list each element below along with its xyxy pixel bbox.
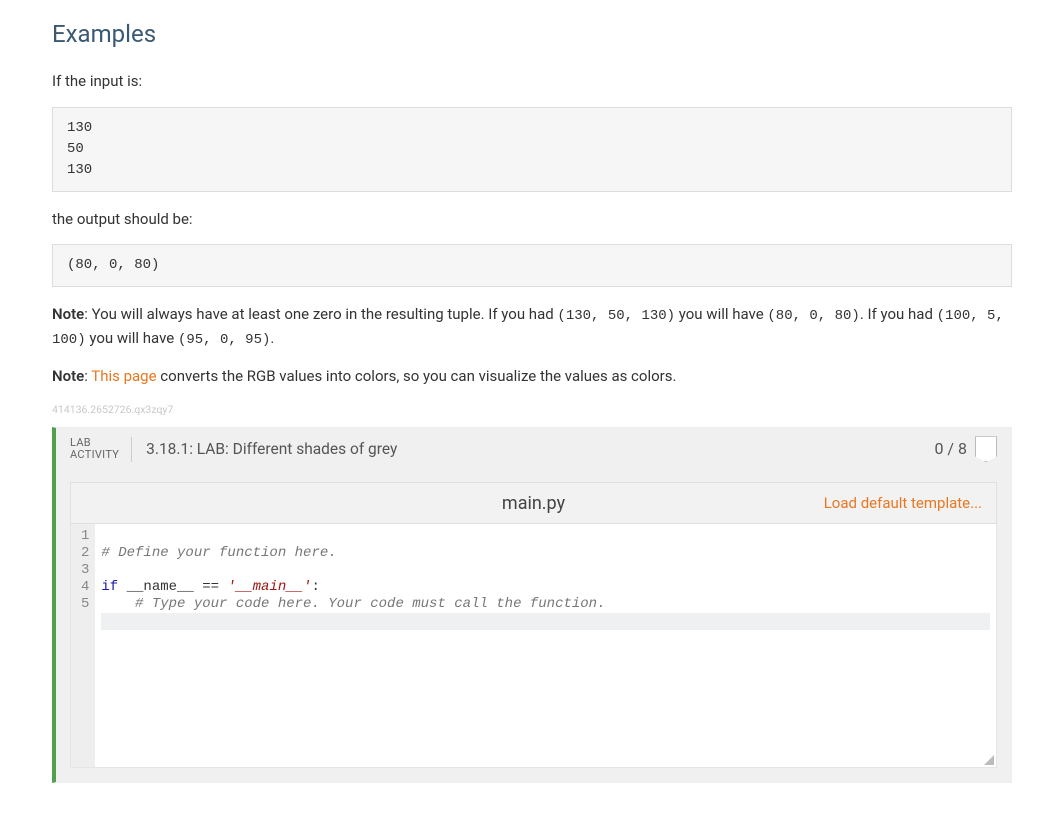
lab-score: 0 / 8 [934,437,967,461]
code-eq: == [202,579,219,595]
input-example-code: 130 50 130 [52,107,1012,192]
note1-paragraph: Note: You will always have at least one … [52,303,1012,351]
note1-text-a: : You will always have at least one zero… [84,305,557,323]
editor-wrap: main.py Load default template... 1 2 3 4… [70,482,997,768]
note1-code1: (130, 50, 130) [557,308,675,324]
editor-tabbar: main.py Load default template... [70,482,997,524]
resize-handle-icon[interactable] [984,755,994,765]
examples-heading: Examples [52,16,1012,52]
line-number: 3 [81,562,89,579]
note1-text-d: you will have [86,329,178,347]
if-input-text: If the input is: [52,70,1012,93]
code-area[interactable]: # Define your function here. if __name__… [95,524,996,767]
load-default-template-button[interactable]: Load default template... [824,492,982,515]
note2-body: converts the RGB values into colors, so … [157,367,677,385]
score-badge-icon [975,436,997,462]
line-number: 1 [81,528,89,545]
line-number: 2 [81,545,89,562]
note2-paragraph: Note: This page converts the RGB values … [52,365,1012,388]
line-number: 5 [81,596,89,613]
code-current-line [101,613,990,630]
lab-header: LAB ACTIVITY 3.18.1: LAB: Different shad… [56,428,1011,470]
code-colon: : [311,579,319,595]
note1-text-c: . If you had [860,305,937,323]
line-number: 4 [81,579,89,596]
note1-code4: (95, 0, 95) [178,332,270,348]
this-page-link[interactable]: This page [91,367,156,385]
code-blank-line [101,562,109,578]
lab-activity-box: LAB ACTIVITY 3.18.1: LAB: Different shad… [52,427,1012,783]
line-number-gutter: 1 2 3 4 5 [71,524,95,767]
lab-label-line2: ACTIVITY [70,449,119,462]
note1-label: Note [52,305,84,323]
filename-label: main.py [502,490,565,517]
note1-code2: (80, 0, 80) [767,308,859,324]
code-string-main: '__main__' [219,579,311,595]
note1-text-b: you will have [675,305,767,323]
code-name-var: __name__ [118,579,202,595]
code-editor[interactable]: 1 2 3 4 5 # Define your function here. i… [70,524,997,768]
code-comment: # Type your code here. Your code must ca… [101,596,605,612]
lab-activity-label: LAB ACTIVITY [70,437,132,462]
note2-label: Note [52,367,84,385]
watermark-id: 414136.2652726.qx3zqy7 [52,402,1012,418]
output-should-be-text: the output should be: [52,208,1012,231]
code-comment: # Define your function here. [101,545,336,561]
lab-title: 3.18.1: LAB: Different shades of grey [146,438,934,461]
note1-text-e: . [270,329,274,347]
code-keyword-if: if [101,579,118,595]
output-example-code: (80, 0, 80) [52,244,1012,287]
